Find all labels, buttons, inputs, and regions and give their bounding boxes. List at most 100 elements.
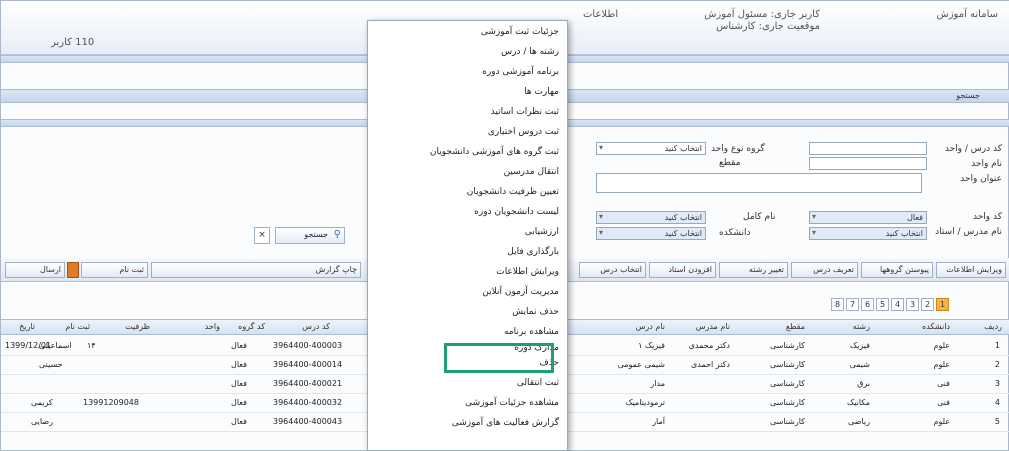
menu-item[interactable]: ثبت دروس اختیاری — [488, 127, 559, 137]
menu-item[interactable]: مدیریت آزمون آنلاین — [482, 287, 559, 297]
grid-cell: مدار — [650, 379, 665, 388]
grid-cell: 3964400-400021 — [273, 379, 343, 388]
grid-cell: فعال — [231, 398, 247, 407]
toolbar-button-7[interactable]: چاپ گزارش — [151, 262, 361, 278]
grid-col-header: ردیف — [984, 322, 1002, 331]
grid-col-header: دانشکده — [922, 322, 950, 331]
grid-cell: فنی — [937, 379, 950, 388]
menu-item[interactable]: ارزشیابی — [525, 227, 559, 237]
pager-page[interactable]: 2 — [921, 298, 934, 311]
grid-col-header: نام درس — [635, 322, 665, 331]
pager-page[interactable]: 5 — [876, 298, 889, 311]
chevron-down-icon: ▾ — [812, 212, 817, 221]
toolbar-button-4[interactable]: تغییر رشته — [719, 262, 788, 278]
grid-cell: 4 — [994, 398, 1000, 407]
grid-cell: ۱۴ — [87, 341, 96, 350]
grid-cell: فیزیک — [849, 341, 870, 350]
inst-select[interactable]: انتخاب کنید ▾ — [596, 211, 706, 224]
user-role: موقعیت جاری: کارشناس — [716, 21, 820, 32]
grid-cell: 3 — [994, 379, 1000, 388]
grid-cell: 2 — [994, 360, 1000, 369]
grid-cell: مکانیک — [847, 398, 870, 407]
system-title: سامانه آموزش — [936, 9, 999, 20]
toolbar-button-9[interactable]: ارسال — [5, 262, 65, 278]
grid-col-header: ثبت نام — [65, 322, 90, 331]
status-select[interactable]: فعال ▾ — [809, 211, 927, 224]
menu-item[interactable]: مهارت ها — [524, 87, 559, 97]
unit-title-field[interactable] — [596, 173, 922, 193]
pager-page[interactable]: 6 — [861, 298, 874, 311]
unit-name-field[interactable] — [809, 157, 927, 170]
pager-page[interactable]: 7 — [846, 298, 859, 311]
grid-col-header: واحد — [204, 322, 220, 331]
grid-cell: حسینی — [39, 360, 63, 369]
export-icon[interactable] — [67, 262, 79, 278]
grid-cell: کارشناسی — [769, 417, 805, 426]
menu-item[interactable]: انتقال مدرسین — [504, 167, 559, 177]
menu-item[interactable]: ثبت نظرات اساتید — [491, 107, 559, 117]
grid-col-header: تاریخ — [19, 322, 35, 331]
group-type-label: گروه نوع واحد — [711, 144, 765, 154]
grid-col-header: مقطع — [785, 322, 805, 331]
menu-item[interactable]: مشاهده جزئیات آموزشی — [465, 398, 559, 408]
grid-cell: فعال — [231, 341, 247, 350]
grid-cell: 1 — [994, 341, 1000, 350]
pager: 8 7 6 5 4 3 2 1 — [831, 298, 949, 312]
menu-item[interactable]: حذف نمایش — [512, 307, 559, 317]
pager-page[interactable]: 3 — [906, 298, 919, 311]
clear-button[interactable]: × — [254, 227, 270, 244]
dept-label: دانشکده — [719, 228, 751, 238]
menu-item[interactable]: رشته ها / درس — [501, 47, 559, 57]
grid-cell: 13991209048 — [83, 398, 139, 407]
course-code-field[interactable] — [809, 142, 927, 155]
menu-item[interactable]: ثبت گروه های آموزشی دانشجویان — [430, 147, 559, 157]
toolbar-button-3[interactable]: تعریف درس — [791, 262, 858, 278]
grid-cell: ریاضی — [848, 417, 870, 426]
menu-item[interactable]: ویرایش اطلاعات — [496, 267, 559, 277]
pager-page-current[interactable]: 1 — [936, 298, 949, 311]
grid-cell: شیمی — [849, 360, 870, 369]
menu-item[interactable]: گزارش فعالیت های آموزشی — [452, 418, 559, 428]
highlight-box — [444, 343, 554, 373]
grid-cell: برق — [857, 379, 870, 388]
toolbar-button-5[interactable]: افزودن استاد — [649, 262, 716, 278]
level-label: مقطع — [719, 158, 741, 168]
grid-col-header: ظرفیت — [125, 322, 150, 331]
user-code: 110 کاربر — [51, 37, 95, 48]
chevron-down-icon: ▾ — [599, 228, 604, 237]
header-center-text: اطلاعات — [583, 9, 619, 20]
pager-page[interactable]: 4 — [891, 298, 904, 311]
menu-item[interactable]: تعیین ظرفیت دانشجویان — [467, 187, 559, 197]
toolbar-button-2[interactable]: پیوستن گروهها — [861, 262, 933, 278]
menu-item[interactable]: جزئیات ثبت آموزشی — [481, 27, 559, 37]
search-button[interactable]: ⚲ جستجو — [275, 227, 345, 244]
toolbar-button-6[interactable]: انتخاب درس — [579, 262, 646, 278]
menu-item[interactable]: لیست دانشجویان دوره — [474, 207, 559, 217]
form-label-4: کد واحد — [972, 212, 1002, 222]
dept-select[interactable]: انتخاب کنید ▾ — [596, 227, 706, 240]
toolbar-button-8[interactable]: ثبت نام — [81, 262, 148, 278]
chevron-down-icon: ▾ — [599, 143, 604, 152]
grid-cell: دکتر احمدی — [691, 360, 730, 369]
grid-cell: 3964400-400032 — [273, 398, 343, 407]
left-select[interactable]: انتخاب کنید ▾ — [596, 142, 706, 155]
faculty-select[interactable]: انتخاب کنید ▾ — [809, 227, 927, 240]
form-label-1: کد درس / واحد — [944, 144, 1002, 154]
grid-cell: علوم — [933, 341, 950, 350]
grid-cell: 3964400-400014 — [273, 360, 343, 369]
menu-item[interactable]: ثبت انتقالی — [517, 378, 559, 388]
menu-item[interactable]: مشاهده برنامه — [504, 327, 559, 337]
menu-item[interactable]: برنامه آموزشی دوره — [482, 67, 559, 77]
grid-cell: کارشناسی — [769, 341, 805, 350]
chevron-down-icon: ▾ — [599, 212, 604, 221]
grid-col-header: نام مدرس — [695, 322, 730, 331]
chevron-down-icon: ▾ — [812, 228, 817, 237]
pager-page[interactable]: 8 — [831, 298, 844, 311]
grid-cell: فنی — [937, 398, 950, 407]
toolbar-button-1[interactable]: ویرایش اطلاعات — [936, 262, 1006, 278]
grid-cell: ترمودینامیک — [625, 398, 665, 407]
grid-cell: دکتر محمدی — [688, 341, 730, 350]
user-info: کاربر جاری: مسئول آموزش — [704, 9, 820, 20]
menu-item[interactable]: بارگذاری فایل — [507, 247, 559, 257]
grid-cell: کریمی — [31, 398, 53, 407]
